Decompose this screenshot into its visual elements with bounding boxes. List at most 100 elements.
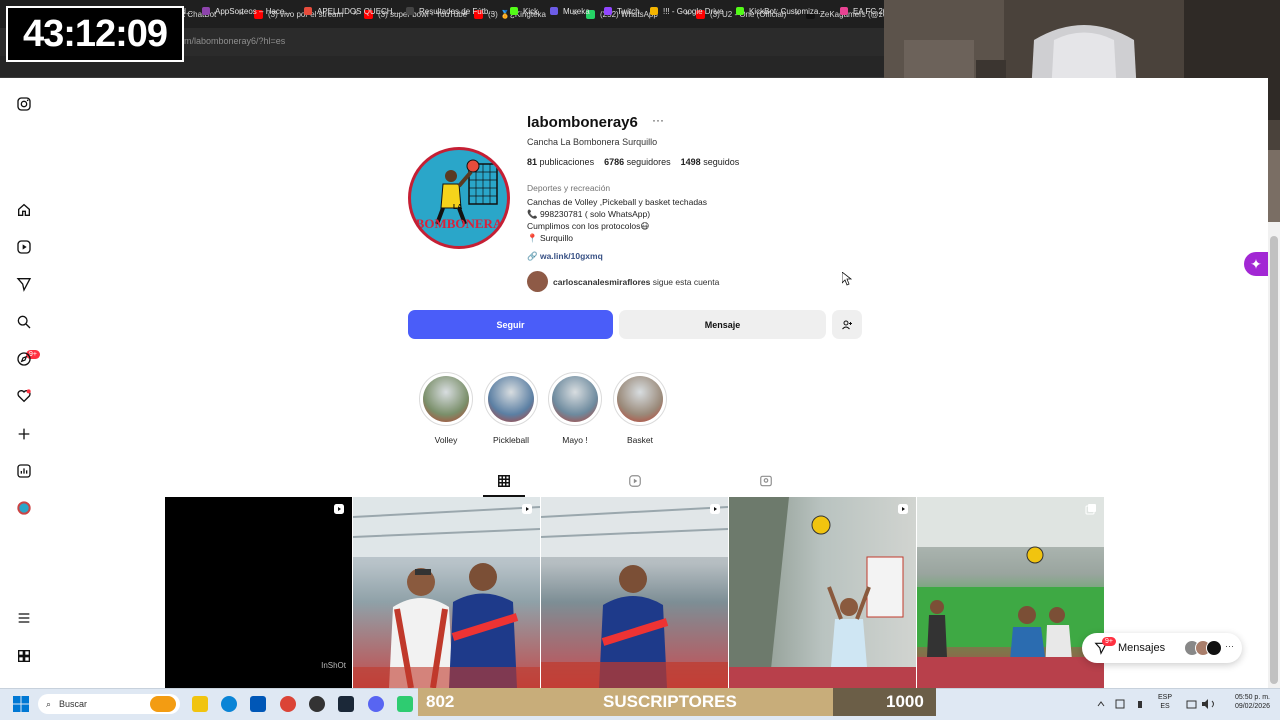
bio-line: Cumplimos con los protocolos😷 bbox=[527, 221, 650, 231]
profile-logo-la: LA bbox=[453, 204, 463, 211]
profile-link[interactable]: 🔗 wa.link/10gxmq bbox=[527, 251, 603, 262]
bookmark-favicon-icon bbox=[604, 7, 612, 15]
taskbar-search-label: Buscar bbox=[59, 699, 88, 709]
messages-widget[interactable]: 9+ Mensajes ··· bbox=[1082, 633, 1242, 663]
post-watermark: InShOt bbox=[321, 661, 346, 670]
highlight-cover bbox=[488, 376, 534, 422]
bookmark-label: !!! - Google Drive bbox=[663, 6, 724, 16]
discord-icon[interactable] bbox=[368, 696, 384, 712]
bookmark-favicon-icon bbox=[736, 7, 744, 15]
search-icon: ⌕ bbox=[46, 698, 52, 709]
bookmark-item[interactable]: EA FC 26 bbox=[840, 5, 887, 17]
follow-button[interactable]: Seguir bbox=[408, 310, 613, 339]
highlight-label: Pickleball bbox=[493, 435, 529, 445]
highlight-item[interactable]: Basket bbox=[613, 372, 667, 445]
extension-floating-icon[interactable]: ✦ bbox=[1244, 252, 1268, 276]
food-widget-icon[interactable] bbox=[150, 696, 176, 712]
input-language[interactable]: ESP ES bbox=[1158, 693, 1172, 711]
more-icon: ··· bbox=[1225, 641, 1234, 651]
scrollbar-thumb[interactable] bbox=[1270, 236, 1278, 684]
message-button[interactable]: Mensaje bbox=[619, 310, 826, 339]
add-person-icon bbox=[842, 320, 852, 329]
profile-stats: 81 publicaciones 6786 seguidores 1498 se… bbox=[527, 157, 739, 167]
profile-logo: LA BOMBONERA bbox=[411, 150, 507, 246]
highlight-ring bbox=[613, 372, 667, 426]
store-icon[interactable] bbox=[250, 696, 266, 712]
post-thumbnail[interactable]: InShOt bbox=[165, 497, 352, 688]
bookmark-item[interactable]: AppSorteos – Hace... bbox=[202, 5, 291, 17]
messages-widget-badge: 9+ bbox=[1102, 637, 1116, 646]
message-avatars bbox=[1184, 640, 1222, 656]
bookmark-label: Resultados de Fútb... bbox=[419, 6, 496, 16]
app-icon[interactable] bbox=[397, 696, 413, 712]
bookmark-item[interactable]: !!! - Google Drive bbox=[650, 5, 723, 17]
stat-following[interactable]: 1498 seguidos bbox=[681, 157, 740, 167]
profile-category: Deportes y recreación bbox=[527, 183, 611, 193]
posts-tab-icon[interactable] bbox=[495, 472, 513, 490]
reels-tab-icon[interactable] bbox=[626, 472, 644, 490]
post-thumbnail[interactable] bbox=[917, 497, 1104, 688]
bookmark-label: Twitch bbox=[617, 6, 640, 16]
bookmark-item[interactable]: APELLIDOS QUECH... bbox=[304, 5, 399, 17]
highlight-item[interactable]: Mayo ! bbox=[548, 372, 602, 445]
bookmark-favicon-icon bbox=[202, 7, 210, 15]
link-icon: 🔗 bbox=[527, 251, 540, 261]
highlight-item[interactable]: Pickleball bbox=[484, 372, 538, 445]
dashboard-icon[interactable] bbox=[14, 461, 34, 481]
search-icon[interactable] bbox=[14, 312, 34, 332]
notifications-icon[interactable] bbox=[14, 386, 34, 406]
network-volume-icons[interactable] bbox=[1186, 698, 1220, 710]
bio-line: 📞 998230781 ( solo WhatsApp) bbox=[527, 209, 651, 219]
url-text[interactable]: m/labomboneray6/?hl=es bbox=[184, 36, 285, 46]
messages-icon[interactable] bbox=[14, 274, 34, 294]
system-tray-icons[interactable] bbox=[1096, 698, 1156, 710]
highlight-cover bbox=[423, 376, 469, 422]
highlight-ring bbox=[548, 372, 602, 426]
stream-timer: 43:12:09 bbox=[6, 6, 184, 62]
bookmark-item[interactable]: Kick bbox=[510, 5, 538, 17]
stat-followers[interactable]: 6786 seguidores bbox=[604, 157, 671, 167]
reels-icon[interactable] bbox=[14, 237, 34, 257]
bookmark-label: Kick bbox=[523, 6, 539, 16]
post-image bbox=[917, 497, 1104, 688]
steam-icon[interactable] bbox=[338, 696, 354, 712]
post-thumbnail[interactable] bbox=[353, 497, 540, 688]
bookmark-item[interactable]: Mureka bbox=[550, 5, 590, 17]
instagram-icon[interactable] bbox=[14, 94, 34, 114]
clock[interactable]: 05:50 p. m. 09/02/2026 bbox=[1224, 693, 1270, 711]
bookmark-label: AppSorteos – Hace... bbox=[215, 6, 292, 16]
stat-posts[interactable]: 81 publicaciones bbox=[527, 157, 594, 167]
instagram-sidebar: 9+ bbox=[0, 78, 48, 688]
create-icon[interactable] bbox=[14, 424, 34, 444]
subscriber-goal: 1000 bbox=[886, 692, 924, 711]
profile-icon[interactable] bbox=[14, 498, 34, 518]
tagged-tab-icon[interactable] bbox=[757, 472, 775, 490]
follower-avatar[interactable] bbox=[527, 271, 548, 292]
home-icon[interactable] bbox=[14, 200, 34, 220]
post-image bbox=[541, 497, 728, 688]
more-options-button[interactable]: ··· bbox=[652, 113, 664, 127]
threads-icon[interactable] bbox=[14, 646, 34, 666]
profile-picture[interactable]: LA BOMBONERA bbox=[408, 147, 510, 249]
explore-icon[interactable] bbox=[14, 349, 34, 369]
followed-by-text[interactable]: carloscanalesmiraflores sigue esta cuent… bbox=[553, 277, 719, 287]
suggested-accounts-button[interactable] bbox=[832, 310, 862, 339]
windows-start-icon[interactable] bbox=[12, 695, 30, 713]
subscriber-label: SUSCRIPTORES bbox=[603, 692, 737, 711]
profile-logo-text: BOMBONERA bbox=[415, 216, 503, 231]
bookmark-item[interactable]: KickBot: Customiza... bbox=[736, 5, 825, 17]
highlight-item[interactable]: Volley bbox=[419, 372, 473, 445]
highlight-label: Basket bbox=[627, 435, 653, 445]
post-thumbnail[interactable] bbox=[729, 497, 916, 688]
edge-icon[interactable] bbox=[221, 696, 237, 712]
obs-icon[interactable] bbox=[309, 696, 325, 712]
post-thumbnail[interactable] bbox=[541, 497, 728, 688]
highlight-ring bbox=[419, 372, 473, 426]
file-explorer-icon[interactable] bbox=[192, 696, 208, 712]
chrome-icon[interactable] bbox=[280, 696, 296, 712]
reel-icon bbox=[710, 504, 720, 514]
bookmark-favicon-icon bbox=[304, 7, 312, 15]
bookmark-item[interactable]: Resultados de Fútb... bbox=[406, 5, 495, 17]
more-icon[interactable] bbox=[14, 608, 34, 628]
bookmark-item[interactable]: Twitch bbox=[604, 5, 640, 17]
